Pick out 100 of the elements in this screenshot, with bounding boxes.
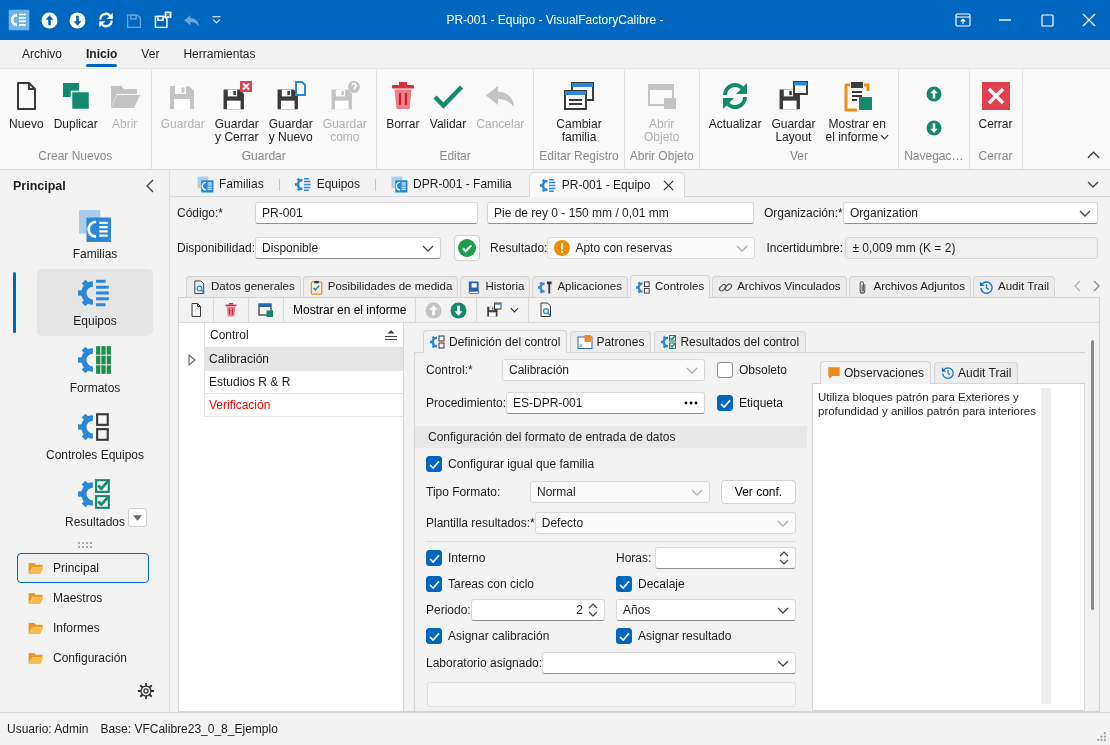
document-tab[interactable]: PR-001 - Equipo: [528, 172, 686, 197]
customize-caret-icon[interactable]: [211, 16, 222, 24]
tab[interactable]: Definición del control: [423, 330, 568, 353]
tab[interactable]: Patrones: [570, 331, 652, 352]
tab[interactable]: Posibilidades de medida: [302, 276, 459, 297]
assign-result-checkbox[interactable]: [616, 628, 632, 644]
code-field[interactable]: PR-001: [255, 202, 478, 224]
scrollbar-thumb[interactable]: [1090, 340, 1094, 610]
chevron-down-icon[interactable]: [510, 307, 520, 313]
internal-checkbox[interactable]: [426, 550, 442, 566]
arrow-down-circle-icon[interactable]: [925, 120, 942, 136]
tab[interactable]: Archivos Vinculados: [712, 276, 847, 297]
document-tab[interactable]: DPR-001 - Familia: [380, 172, 523, 196]
navigation-group[interactable]: Principal: [17, 553, 149, 583]
offset-label: Decalaje: [638, 576, 685, 592]
settings-icon[interactable]: [137, 682, 155, 700]
ribbon-tab[interactable]: Inicio: [74, 40, 130, 68]
status-ok-button[interactable]: [454, 235, 481, 261]
description-field[interactable]: Pie de rey 0 - 150 mm / 0,01 mm: [487, 202, 754, 224]
procedure-field[interactable]: ES-DPR-001: [506, 392, 705, 414]
period-label: Periodo:: [426, 602, 471, 618]
chevron-down-icon: [777, 659, 789, 667]
tab[interactable]: Resultados del control: [654, 331, 807, 352]
more-items-button[interactable]: [128, 508, 147, 527]
refresh-button[interactable]: Actualizar: [704, 74, 766, 149]
sidebar-item[interactable]: Equipos: [37, 269, 153, 336]
tab[interactable]: Aplicaciones: [532, 276, 628, 297]
comment-icon: [827, 366, 841, 380]
sidebar-item[interactable]: Resultados: [37, 470, 153, 537]
resize-grip-icon[interactable]: [77, 542, 92, 548]
arrow-down-circle-icon[interactable]: [450, 301, 468, 319]
document-tab[interactable]: Equipos: [283, 172, 372, 196]
sidebar-item[interactable]: Controles Equipos: [37, 403, 153, 470]
document-tab[interactable]: Familias: [186, 172, 275, 196]
chevron-up-icon[interactable]: [1087, 151, 1100, 159]
change-button[interactable]: Cambiar familia: [552, 74, 606, 149]
ribbon-tab[interactable]: Archivo: [10, 40, 74, 68]
tab[interactable]: Historia: [460, 276, 531, 297]
floppy-disk-close-icon[interactable]: [154, 11, 172, 29]
chevron-left-icon[interactable]: [146, 179, 154, 193]
view-config-button[interactable]: Ver conf.: [721, 480, 796, 504]
same-as-family-checkbox[interactable]: [426, 456, 442, 472]
layout-button[interactable]: Guardar Layout: [767, 74, 820, 149]
tag-checkbox[interactable]: [717, 395, 733, 411]
cycle-tasks-checkbox[interactable]: [426, 576, 442, 592]
close-button[interactable]: Cerrar: [974, 74, 1017, 149]
navigation-group[interactable]: Configuración: [17, 643, 149, 673]
table-row[interactable]: Calibración: [204, 348, 403, 371]
ribbon-tab[interactable]: Herramientas: [171, 40, 268, 68]
tab[interactable]: Audit Trail: [934, 362, 1019, 383]
trash-icon[interactable]: [223, 302, 239, 318]
arrow-down-circle-icon[interactable]: [69, 11, 86, 29]
sidebar-item[interactable]: Formatos: [37, 336, 153, 403]
checkmark-icon: [719, 398, 731, 408]
tab[interactable]: Archivos Adjuntos: [848, 276, 971, 297]
new-document-icon[interactable]: [188, 302, 204, 318]
tab[interactable]: Audit Trail: [972, 276, 1056, 297]
save-close-button[interactable]: Guardar y Cerrar: [210, 74, 263, 149]
window-icon[interactable]: [258, 302, 274, 318]
offset-checkbox[interactable]: [616, 576, 632, 592]
assign-calibration-checkbox[interactable]: [426, 628, 442, 644]
validate-button[interactable]: Validar: [425, 74, 471, 149]
floppy-disk-window-icon[interactable]: [486, 302, 503, 318]
delete-button[interactable]: Borrar: [381, 74, 424, 149]
sidebar-item[interactable]: Familias: [37, 202, 153, 269]
app-logo-icon[interactable]: [8, 9, 30, 31]
arrow-up-circle-icon[interactable]: [925, 86, 942, 102]
chevron-down-icon[interactable]: [1087, 181, 1099, 188]
table-row[interactable]: Estudios R & R: [204, 371, 403, 394]
window-title: PR-001 - Equipo - VisualFactoryCalibre -: [445, 12, 665, 28]
size-grip-icon[interactable]: [1097, 732, 1106, 741]
duplicate-button[interactable]: Duplicar: [49, 74, 102, 149]
obsolete-checkbox[interactable]: [717, 362, 733, 378]
navigation-group[interactable]: Informes: [17, 613, 149, 643]
period-field[interactable]: 2: [471, 599, 605, 621]
navigation-group[interactable]: Maestros: [17, 583, 149, 613]
chevron-right-icon[interactable]: [1093, 280, 1100, 292]
new-button[interactable]: Nuevo: [5, 74, 48, 149]
availability-dropdown[interactable]: Disponible: [255, 237, 442, 259]
refresh-icon[interactable]: [97, 11, 115, 29]
tab[interactable]: Controles: [630, 275, 711, 298]
tab[interactable]: Datos generales: [186, 276, 301, 297]
report-button[interactable]: Mostrar en el informe: [821, 74, 894, 149]
table-row[interactable]: Verificación: [204, 394, 403, 417]
close-tab-button[interactable]: [663, 179, 675, 191]
document-search-icon: [192, 279, 207, 295]
result-label: Resultado:: [490, 240, 548, 256]
arrow-up-circle-icon[interactable]: [41, 11, 58, 29]
period-unit-dropdown[interactable]: Años: [616, 599, 796, 621]
observations-field[interactable]: Utiliza bloques patrón para Exteriores y profundidad y anillos patrón para interiores: [812, 383, 1085, 711]
tab[interactable]: Observaciones: [820, 361, 932, 384]
ribbon-tab[interactable]: Ver: [129, 40, 172, 68]
gear-list-stack-icon: [197, 176, 214, 193]
organization-dropdown[interactable]: Organization: [843, 202, 1098, 224]
hours-field[interactable]: [655, 547, 796, 569]
laboratory-dropdown[interactable]: [542, 652, 796, 674]
checkmark-icon: [428, 553, 440, 563]
save-new-button[interactable]: Guardar y Nuevo: [264, 74, 317, 149]
show-in-report-button[interactable]: Mostrar en el informe: [289, 302, 411, 318]
user-status: Usuario: Admin: [7, 721, 89, 737]
